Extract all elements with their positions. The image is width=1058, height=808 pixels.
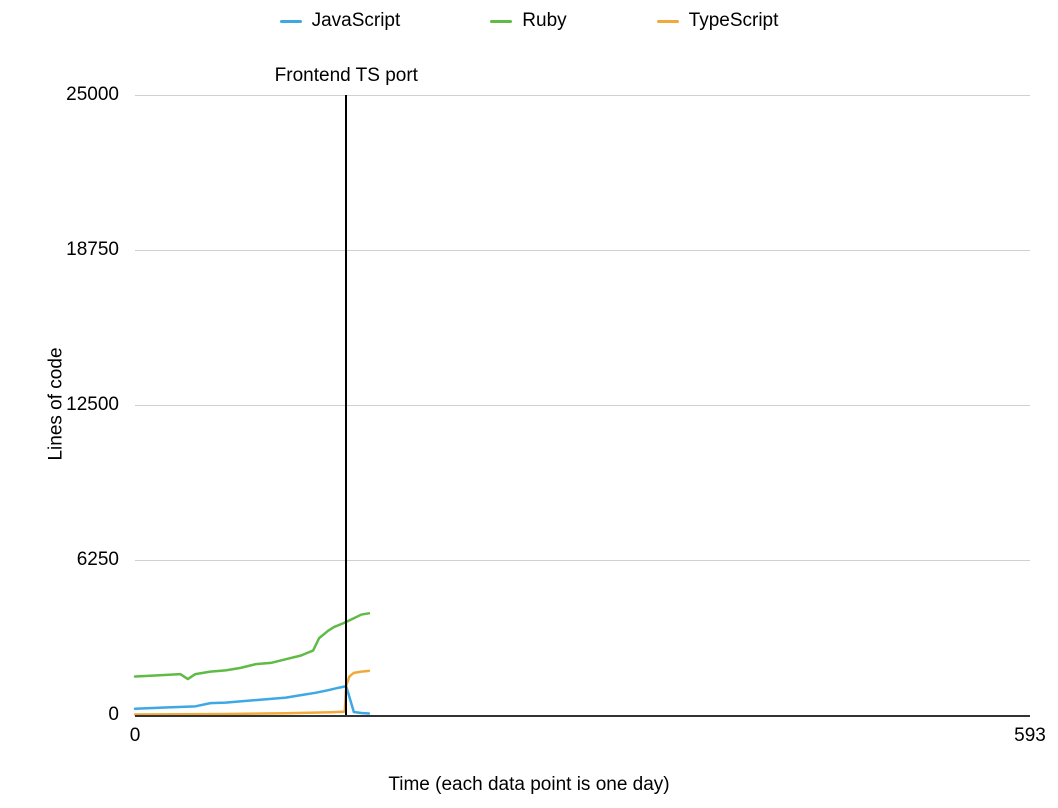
x-axis-line <box>135 715 1030 717</box>
annotation-label: Frontend TS port <box>275 65 418 87</box>
gridline <box>135 560 1030 561</box>
y-tick-label: 12500 <box>66 394 135 416</box>
gridline <box>135 405 1030 406</box>
legend-swatch-icon <box>490 20 512 23</box>
gridline <box>135 95 1030 96</box>
annotation-line <box>345 95 347 715</box>
legend-label: TypeScript <box>689 10 779 32</box>
y-axis-label: Lines of code <box>46 347 68 460</box>
chart-container: JavaScript Ruby TypeScript Frontend TS p… <box>0 0 1058 808</box>
x-axis-label: Time (each data point is one day) <box>0 774 1058 796</box>
gridline <box>135 250 1030 251</box>
legend-swatch-icon <box>657 20 679 23</box>
legend-item-javascript: JavaScript <box>280 10 401 32</box>
legend-swatch-icon <box>280 20 302 23</box>
series-line <box>135 686 369 713</box>
x-tick-label: 0 <box>130 715 141 747</box>
y-tick-label: 18750 <box>66 239 135 261</box>
y-tick-label: 25000 <box>66 84 135 106</box>
legend-label: Ruby <box>522 10 566 32</box>
legend-item-ruby: Ruby <box>490 10 566 32</box>
x-tick-label: 593 <box>1014 715 1046 747</box>
legend-item-typescript: TypeScript <box>657 10 779 32</box>
plot-area: 062501250018750250000593 <box>135 95 1030 715</box>
y-tick-label: 6250 <box>77 549 135 571</box>
series-line <box>135 613 369 679</box>
legend: JavaScript Ruby TypeScript <box>0 10 1058 32</box>
legend-label: JavaScript <box>312 10 401 32</box>
